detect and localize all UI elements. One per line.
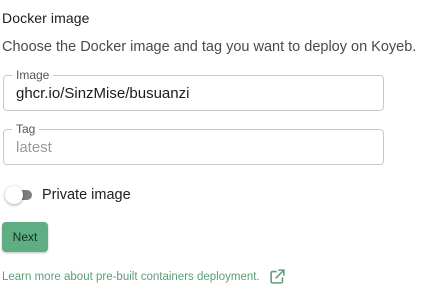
- private-image-label[interactable]: Private image: [42, 187, 131, 203]
- image-field[interactable]: Image: [3, 68, 384, 111]
- private-image-row: Private image: [5, 185, 131, 205]
- private-image-toggle[interactable]: [5, 185, 35, 205]
- toggle-knob[interactable]: [5, 186, 23, 204]
- section-description: Choose the Docker image and tag you want…: [2, 39, 417, 55]
- image-input[interactable]: [16, 76, 371, 110]
- learn-more-label[interactable]: Learn more about pre-built containers de…: [2, 271, 260, 283]
- section-title: Docker image: [2, 10, 90, 26]
- external-link-icon[interactable]: [269, 268, 286, 285]
- learn-more-link[interactable]: Learn more about pre-built containers de…: [2, 268, 286, 285]
- next-button[interactable]: Next: [2, 222, 48, 252]
- tag-field[interactable]: Tag: [3, 122, 384, 165]
- tag-input[interactable]: [16, 130, 371, 164]
